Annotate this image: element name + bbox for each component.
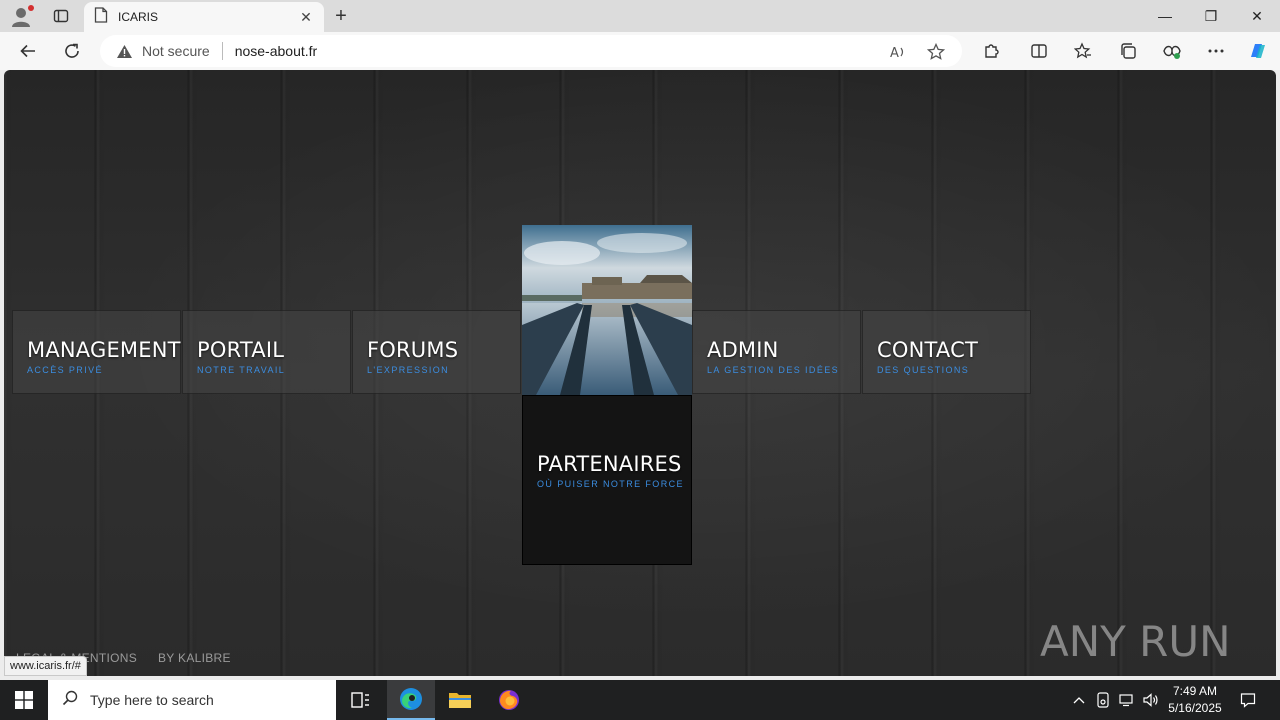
firefox-icon[interactable] [485,680,533,720]
collections-icon[interactable] [1114,37,1142,65]
task-view-icon[interactable] [336,680,384,720]
restore-button[interactable]: ❐ [1188,0,1234,32]
edge-browser-icon[interactable] [387,680,435,720]
minimize-button[interactable]: — [1142,0,1188,32]
tray-devices-icon[interactable] [1092,680,1114,720]
menu-tile-admin[interactable]: ADMIN LA GESTION DES IDÉES [692,310,861,394]
menu-tile-portail[interactable]: PORTAIL NOTRE TRAVAIL [182,310,351,394]
notification-dot [28,5,34,11]
taskbar-search-box[interactable]: Type here to search [48,680,336,720]
menu-title: FORUMS [367,338,459,362]
page-favicon-icon [94,6,108,28]
tab-strip: ICARIS ✕ + — ❐ ✕ [0,0,1280,32]
extensions-icon[interactable] [977,37,1005,65]
address-bar[interactable]: Not secure nose-about.fr A [100,35,962,67]
browser-essentials-icon[interactable] [1158,37,1186,65]
web-page: MANAGEMENT ACCÈS PRIVÉ PORTAIL NOTRE TRA… [4,70,1276,676]
menu-subtitle: NOTRE TRAVAIL [197,365,286,375]
menu-subtitle: LA GESTION DES IDÉES [707,365,840,375]
browser-toolbar: Not secure nose-about.fr A [0,32,1280,70]
tray-chevron-up-icon[interactable] [1068,680,1090,720]
menu-title: PARTENAIRES [537,452,682,476]
security-status-label[interactable]: Not secure [142,43,210,59]
profile-avatar-icon[interactable] [10,5,34,27]
clock-time: 7:49 AM [1172,684,1218,698]
menu-title: CONTACT [877,338,978,362]
svg-text:A: A [890,46,899,60]
browser-tab-icaris[interactable]: ICARIS ✕ [84,2,324,32]
watermark-text: ANY RUN [1040,617,1231,666]
anyrun-watermark: ANY RUN [1040,610,1240,672]
menu-title: PORTAIL [197,338,285,362]
kalibre-credit-link[interactable]: BY KALIBRE [158,651,231,665]
menu-subtitle: OÙ PUISER NOTRE FORCE [537,479,684,489]
clock-date: 5/16/2025 [1168,701,1222,715]
close-window-button[interactable]: ✕ [1234,0,1280,32]
menu-title: ADMIN [707,338,779,362]
windows-start-icon[interactable] [0,680,48,720]
split-screen-icon[interactable] [1025,37,1053,65]
search-icon [62,690,78,711]
menu-subtitle: L'EXPRESSION [367,365,450,375]
menu-tile-contact[interactable]: CONTACT DES QUESTIONS [862,310,1031,394]
tab-actions-icon[interactable] [50,6,72,26]
taskbar-clock[interactable]: 7:49 AM 5/16/2025 [1160,683,1230,717]
more-options-icon[interactable] [1202,37,1230,65]
warning-triangle-icon [116,43,134,59]
search-placeholder: Type here to search [90,692,214,708]
menu-title: MANAGEMENT [27,338,181,362]
menu-tile-partenaires[interactable]: PARTENAIRES OÙ PUISER NOTRE FORCE [522,395,692,565]
favorite-star-icon[interactable] [926,42,946,62]
favorites-icon[interactable] [1069,37,1097,65]
notifications-icon[interactable] [1234,680,1262,720]
menu-subtitle: ACCÈS PRIVÉ [27,365,103,375]
menu-tile-forums[interactable]: FORUMS L'EXPRESSION [352,310,521,394]
featured-photo[interactable] [522,225,692,395]
url-text[interactable]: nose-about.fr [235,43,318,59]
file-explorer-icon[interactable] [436,680,484,720]
volume-icon[interactable] [1140,680,1162,720]
new-tab-button[interactable]: + [330,5,352,27]
menu-subtitle: DES QUESTIONS [877,365,970,375]
copilot-icon[interactable] [1244,37,1272,65]
windows-taskbar: Type here to search 7:49 AM 5/16/2025 [0,680,1280,720]
back-arrow-icon[interactable] [14,37,42,65]
status-bar-url: www.icaris.fr/# [4,656,87,676]
tab-title: ICARIS [118,10,159,24]
network-icon[interactable] [1116,680,1138,720]
tab-close-icon[interactable]: ✕ [298,9,314,25]
refresh-icon[interactable] [58,37,86,65]
menu-tile-management[interactable]: MANAGEMENT ACCÈS PRIVÉ [12,310,181,394]
read-aloud-icon[interactable]: A [888,42,908,62]
address-separator [221,42,223,60]
